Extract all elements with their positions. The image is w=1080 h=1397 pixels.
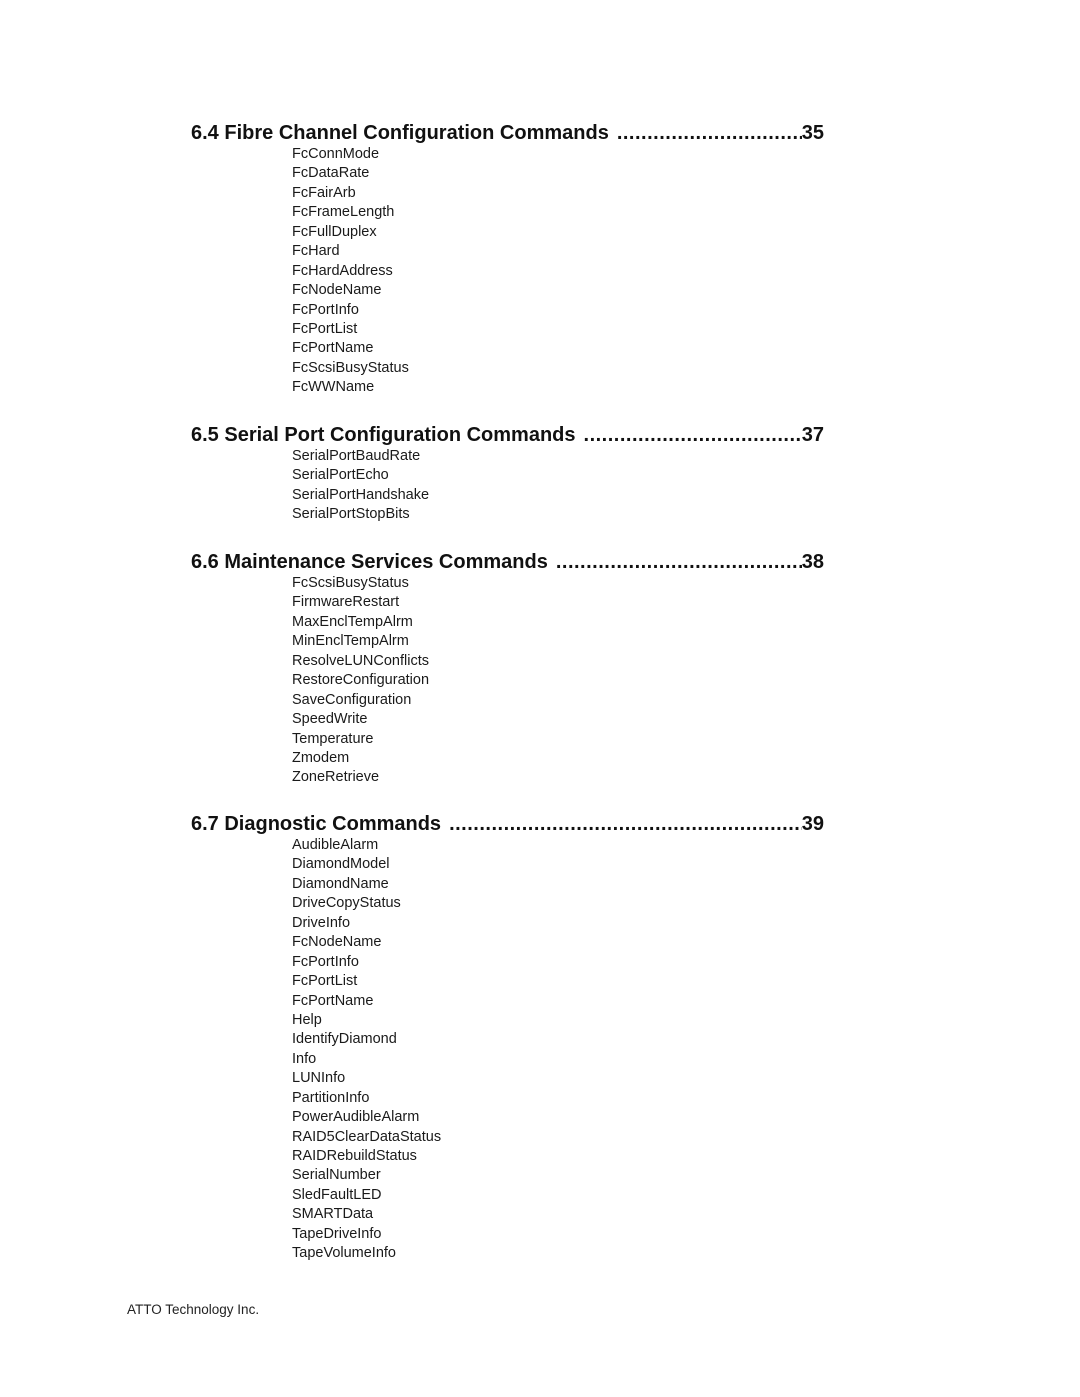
command-list: SerialPortBaudRate SerialPortEcho SerialPo… <box>191 447 824 525</box>
command-item[interactable]: FcFrameLength <box>292 203 824 222</box>
command-item[interactable]: FcPortList <box>292 972 824 991</box>
command-item[interactable]: DriveCopyStatus <box>292 894 824 913</box>
command-item[interactable]: AudibleAlarm <box>292 836 824 855</box>
dot-leader <box>617 121 802 145</box>
command-item[interactable]: RAIDRebuildStatus <box>292 1147 824 1166</box>
command-list: FcScsiBusyStatus FirmwareRestart MaxEnclTe… <box>191 574 824 788</box>
command-item[interactable]: DiamondName <box>292 875 824 894</box>
command-item[interactable]: LUNInfo <box>292 1069 824 1088</box>
command-item[interactable]: FcDataRate <box>292 164 824 183</box>
section-title: 6.6 Maintenance Services Commands <box>191 551 548 573</box>
dot-leader <box>449 812 802 836</box>
command-item[interactable]: SaveConfiguration <box>292 691 824 710</box>
command-item[interactable]: SerialPortBaudRate <box>292 447 824 466</box>
command-item[interactable]: FirmwareRestart <box>292 593 824 612</box>
command-item[interactable]: FcPortName <box>292 992 824 1011</box>
section-title: 6.5 Serial Port Configuration Commands <box>191 424 576 446</box>
toc-section-6-6: 6.6 Maintenance Services Commands 38 FcS… <box>191 550 824 788</box>
command-item[interactable]: FcHard <box>292 242 824 261</box>
dot-leader <box>584 423 802 447</box>
command-item[interactable]: TapeVolumeInfo <box>292 1244 824 1263</box>
command-item[interactable]: PartitionInfo <box>292 1089 824 1108</box>
command-item[interactable]: MinEnclTempAlrm <box>292 632 824 651</box>
toc-section-6-7: 6.7 Diagnostic Commands 39 AudibleAlarmD… <box>191 812 824 1264</box>
command-item[interactable]: FcScsiBusyStatus <box>292 359 824 378</box>
command-item[interactable]: FcScsiBusyStatus <box>292 574 824 593</box>
command-item[interactable]: FcPortInfo <box>292 301 824 320</box>
command-item[interactable]: ZoneRetrieve <box>292 768 824 787</box>
section-heading[interactable]: 6.6 Maintenance Services Commands 38 <box>191 550 824 574</box>
command-item[interactable]: FcPortList <box>292 320 824 339</box>
command-item[interactable]: ResolveLUNConflicts <box>292 652 824 671</box>
section-heading[interactable]: 6.5 Serial Port Configuration Commands 3… <box>191 423 824 447</box>
section-title: 6.4 Fibre Channel Configuration Commands <box>191 122 609 144</box>
command-item[interactable]: FcPortInfo <box>292 953 824 972</box>
command-item[interactable]: DriveInfo <box>292 914 824 933</box>
page-number: 35 <box>801 122 824 144</box>
command-item[interactable]: SerialPortStopBits <box>292 505 824 524</box>
command-item[interactable]: SerialNumber <box>292 1166 824 1185</box>
command-item[interactable]: SpeedWrite <box>292 710 824 729</box>
command-item[interactable]: MaxEnclTempAlrm <box>292 613 824 632</box>
command-item[interactable]: FcFairArb <box>292 184 824 203</box>
command-item[interactable]: Info <box>292 1050 824 1069</box>
section-heading[interactable]: 6.4 Fibre Channel Configuration Commands… <box>191 121 824 145</box>
command-list: AudibleAlarm DiamondModel DiamondName Drive… <box>191 836 824 1264</box>
toc-section-6-5: 6.5 Serial Port Configuration Commands 3… <box>191 423 824 525</box>
command-item[interactable]: DiamondModel <box>292 855 824 874</box>
command-item[interactable]: Help <box>292 1011 824 1030</box>
command-item[interactable]: SerialPortHandshake <box>292 486 824 505</box>
command-item[interactable]: SMARTData <box>292 1205 824 1224</box>
page-number: 37 <box>801 424 824 446</box>
section-title: 6.7 Diagnostic Commands <box>191 813 442 835</box>
command-item[interactable]: Temperature <box>292 730 824 749</box>
command-item[interactable]: IdentifyDiamond <box>292 1030 824 1049</box>
command-item[interactable]: Zmodem <box>292 749 824 768</box>
footer-company-name: ATTO Technology Inc. <box>127 1302 260 1317</box>
command-list: FcConnMode FcDataRate FcFairArb FcFrameLeng… <box>191 145 824 398</box>
command-item[interactable]: FcNodeName <box>292 933 824 952</box>
page-number: 38 <box>801 551 824 573</box>
section-heading[interactable]: 6.7 Diagnostic Commands 39 <box>191 812 824 836</box>
command-item[interactable]: FcHardAddress <box>292 262 824 281</box>
command-item[interactable]: FcPortName <box>292 339 824 358</box>
command-item[interactable]: SledFaultLED <box>292 1186 824 1205</box>
command-item[interactable]: SerialPortEcho <box>292 466 824 485</box>
command-item[interactable]: RestoreConfiguration <box>292 671 824 690</box>
command-item[interactable]: FcWWName <box>292 378 824 397</box>
dot-leader <box>556 550 802 574</box>
command-item[interactable]: FcNodeName <box>292 281 824 300</box>
command-item[interactable]: TapeDriveInfo <box>292 1225 824 1244</box>
toc-section-6-4: 6.4 Fibre Channel Configuration Commands… <box>191 121 824 398</box>
command-item[interactable]: FcConnMode <box>292 145 824 164</box>
page-number: 39 <box>801 813 824 835</box>
command-item[interactable]: PowerAudibleAlarm <box>292 1108 824 1127</box>
command-item[interactable]: RAID5ClearDataStatus <box>292 1128 824 1147</box>
command-item[interactable]: FcFullDuplex <box>292 223 824 242</box>
